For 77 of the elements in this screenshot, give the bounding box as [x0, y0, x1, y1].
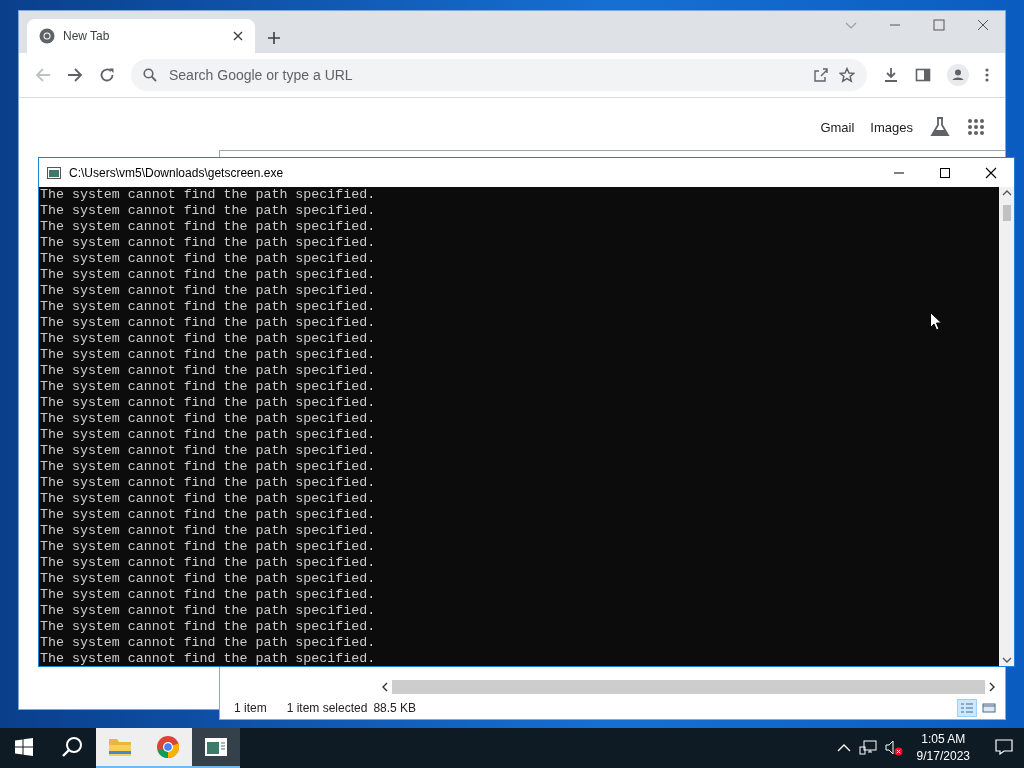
address-field[interactable]: Search Google or type a URL [167, 66, 803, 84]
plus-icon[interactable] [267, 31, 281, 45]
side-panel-icon[interactable] [915, 67, 931, 83]
search-icon [143, 68, 157, 82]
console-line: The system cannot find the path specified. [40, 411, 376, 427]
close-icon[interactable] [985, 166, 997, 179]
console-line: The system cannot find the path specified. [40, 299, 376, 315]
console-line: The system cannot find the path specified. [40, 347, 376, 363]
console-line: The system cannot find the path specified. [40, 555, 376, 571]
console-line: The system cannot find the path specified. [40, 507, 376, 523]
clock[interactable]: 1:05 AM 9/17/2023 [910, 731, 976, 765]
profile-icon[interactable] [947, 64, 969, 86]
console-line: The system cannot find the path specified. [40, 267, 376, 283]
chevron-up-icon[interactable] [836, 743, 851, 753]
share-icon[interactable] [813, 67, 829, 83]
console-line: The system cannot find the path specified. [40, 219, 376, 235]
folder-icon [108, 737, 132, 757]
muted-speaker-icon[interactable] [884, 740, 903, 756]
console-line: The system cannot find the path specified. [40, 523, 376, 539]
flask-icon[interactable] [929, 116, 951, 138]
scroll-thumb[interactable] [1002, 205, 1011, 221]
scroll-right-icon[interactable] [987, 681, 997, 693]
apps-grid-icon[interactable] [967, 118, 985, 136]
header-link[interactable]: Images [870, 119, 913, 135]
star-icon[interactable] [839, 67, 855, 83]
window-title: C:\Users\vm5\Downloads\getscreen.exe [69, 165, 285, 180]
console-app-icon [47, 165, 61, 180]
console-line: The system cannot find the path specified. [40, 395, 376, 411]
horizontal-scrollbar[interactable] [392, 680, 985, 694]
maximize-icon[interactable] [939, 166, 951, 179]
file-size: 88.5 KB [373, 701, 417, 715]
search-icon[interactable] [61, 736, 83, 758]
header-link[interactable]: Gmail [820, 119, 855, 135]
item-count: 1 item [234, 701, 267, 715]
taskbar-app-button[interactable] [192, 728, 240, 768]
scroll-up-icon[interactable] [1001, 189, 1012, 197]
console-line: The system cannot find the path specified. [40, 235, 376, 251]
console-line: The system cannot find the path specified. [40, 619, 376, 635]
console-line: The system cannot find the path specified. [40, 651, 376, 666]
console-line: The system cannot find the path specified. [40, 443, 376, 459]
more-menu-icon[interactable] [985, 67, 989, 83]
console-line: The system cannot find the path specified. [40, 459, 376, 475]
console-line: The system cannot find the path specified. [40, 363, 376, 379]
chrome-logo-icon [39, 28, 55, 44]
selection-status: 1 item selected [286, 701, 368, 715]
address-bar[interactable]: Search Google or type a URL [131, 59, 867, 91]
windows-start-icon[interactable] [15, 738, 33, 756]
console-line: The system cannot find the path specified. [40, 203, 376, 219]
console-line: The system cannot find the path specified. [40, 379, 376, 395]
console-line: The system cannot find the path specified. [40, 603, 376, 619]
console-line: The system cannot find the path specified. [40, 635, 376, 651]
chrome-icon [156, 735, 180, 759]
console-line: The system cannot find the path specified. [40, 491, 376, 507]
forward-arrow-icon[interactable] [67, 67, 83, 83]
notifications-icon[interactable] [995, 739, 1013, 755]
console-line: The system cannot find the path specified. [40, 539, 376, 555]
preview-pane-icon [982, 702, 996, 714]
download-icon[interactable] [883, 67, 899, 83]
mouse-pointer-icon [930, 312, 942, 331]
console-icon [204, 737, 228, 757]
scroll-down-icon[interactable] [1001, 656, 1012, 664]
console-line: The system cannot find the path specified. [40, 283, 376, 299]
browser-tab[interactable]: New Tab [27, 19, 255, 53]
scroll-left-icon[interactable] [380, 681, 390, 693]
reload-icon[interactable] [99, 67, 115, 83]
console-line: The system cannot find the path specified. [40, 427, 376, 443]
console-line: The system cannot find the path specified. [40, 587, 376, 603]
details-list-icon [960, 702, 974, 714]
console-line: The system cannot find the path specified. [40, 315, 376, 331]
vertical-scrollbar[interactable] [999, 187, 1014, 666]
console-line: The system cannot find the path specified. [40, 475, 376, 491]
console-line: The system cannot find the path specified. [40, 251, 376, 267]
console-line: The system cannot find the path specified. [40, 187, 376, 203]
console-line: The system cannot find the path specified. [40, 331, 376, 347]
console-line: The system cannot find the path specified. [40, 571, 376, 587]
close-icon[interactable] [233, 31, 243, 41]
network-icon[interactable] [858, 740, 877, 756]
